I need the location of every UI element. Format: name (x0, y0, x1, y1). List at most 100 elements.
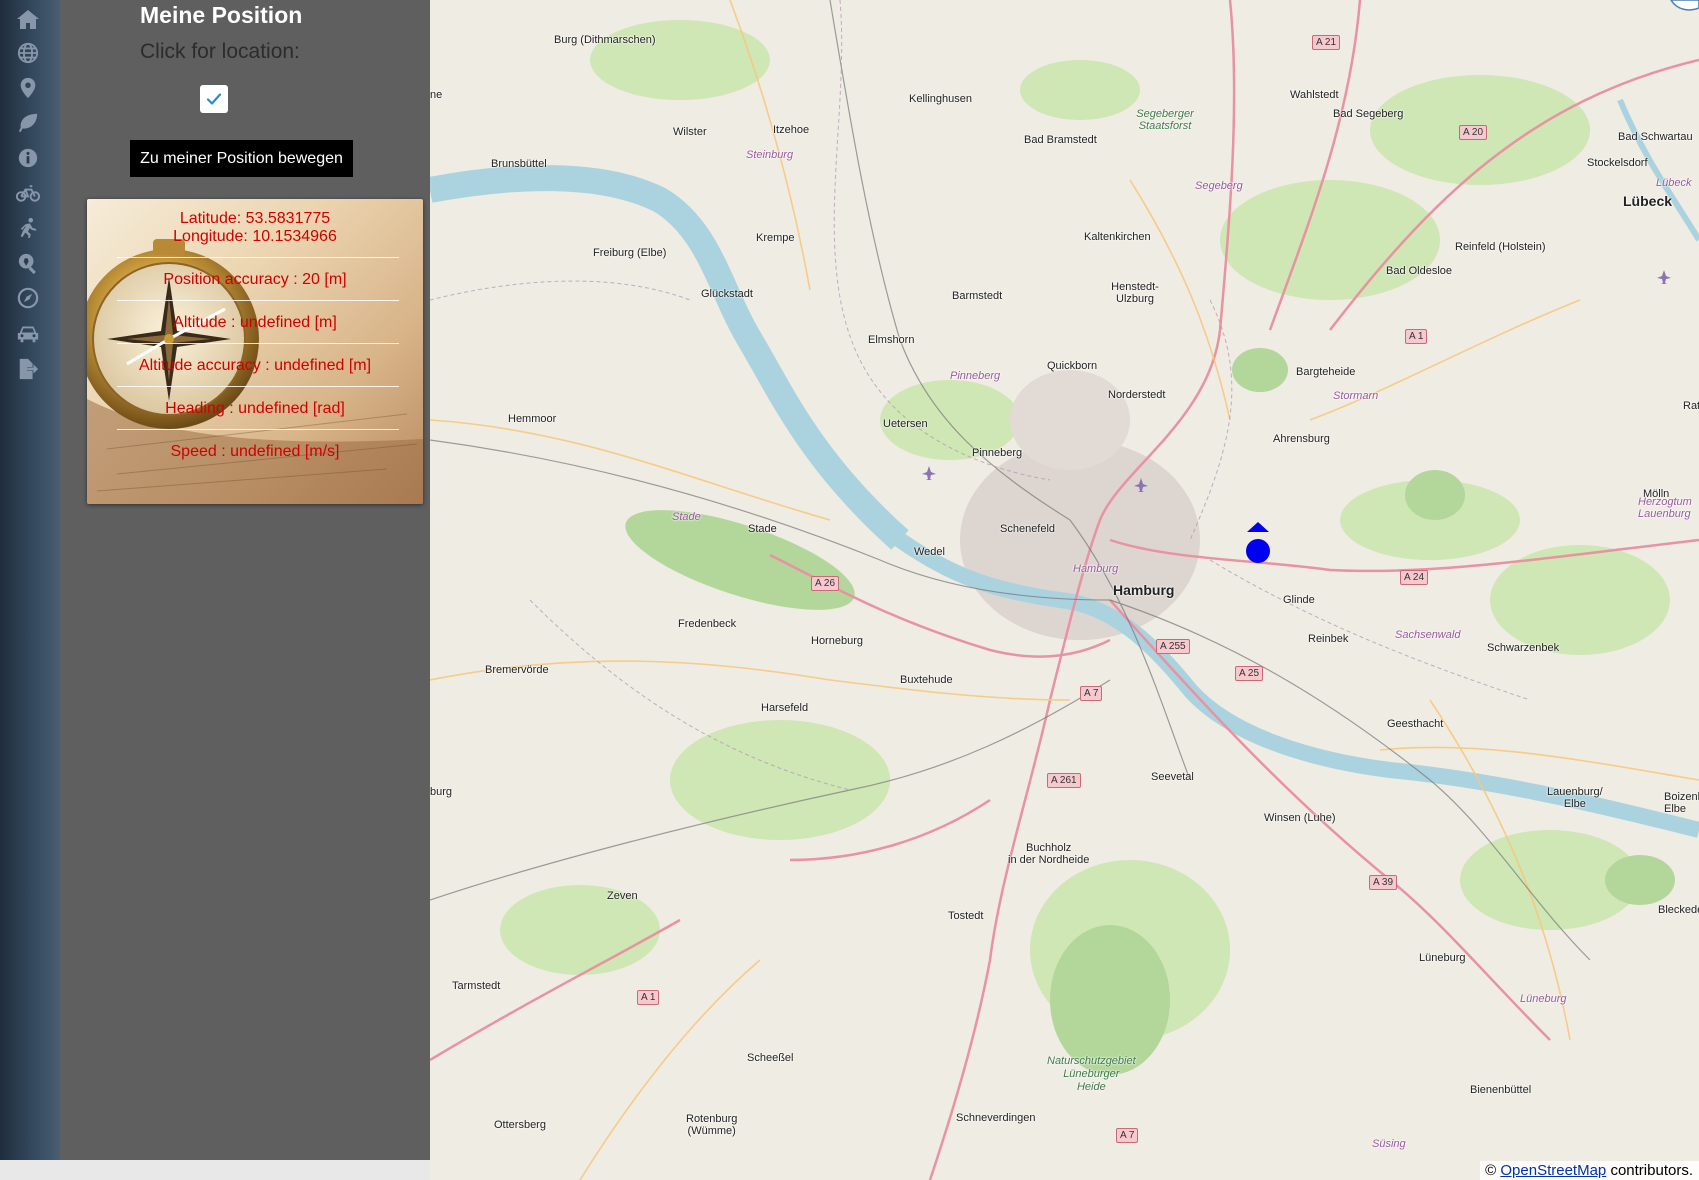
place-label: Quickborn (1047, 360, 1098, 372)
attribution-suffix: contributors. (1610, 1162, 1693, 1179)
place-label: Harsefeld (761, 702, 809, 714)
leaf-icon[interactable] (13, 110, 43, 136)
separator (117, 300, 399, 301)
place-label: Schneverdingen (956, 1112, 1036, 1124)
heading-text: Heading : undefined [rad] (165, 400, 345, 417)
map-base-layer (430, 0, 1699, 1180)
app-window: Meine Position Click for location: Zu me… (0, 0, 1699, 1180)
attribution-prefix: © (1485, 1162, 1497, 1179)
search-location-icon[interactable] (13, 250, 43, 276)
place-label: Geesthacht (1387, 718, 1444, 730)
position-marker-icon[interactable] (1243, 522, 1273, 564)
place-label: burg (430, 786, 453, 798)
place-label: Bad Segeberg (1333, 108, 1404, 120)
bicycle-icon[interactable] (13, 180, 43, 206)
place-label: Barmstedt (952, 290, 1003, 302)
place-label: Elmshorn (868, 334, 915, 346)
place-label: Bad Bramstedt (1024, 134, 1097, 146)
click-for-location-label: Click for location: (140, 40, 300, 63)
motorway-shield: A 39 (1369, 875, 1398, 890)
icon-sidebar (0, 0, 60, 1160)
running-icon[interactable] (13, 215, 43, 241)
place-label: Freiburg (Elbe) (593, 247, 667, 259)
place-label: Bleckede (1658, 904, 1699, 916)
region-label: Lüneburg (1520, 993, 1567, 1005)
place-label: Schenefeld (1000, 523, 1056, 535)
motorway-shield: A 1 (637, 990, 660, 1005)
place-label: ne (430, 89, 443, 101)
separator (117, 257, 399, 258)
place-label: Bad Oldesloe (1386, 265, 1453, 277)
info-icon[interactable] (13, 145, 43, 171)
map-marker-icon[interactable] (13, 75, 43, 101)
place-label: Krempe (756, 232, 795, 244)
home-icon[interactable] (13, 6, 43, 32)
place-label: Wedel (914, 546, 945, 558)
motorway-shield: A 1 (1405, 329, 1428, 344)
place-label: Rat (1683, 400, 1699, 412)
place-label: Reinbek (1308, 633, 1349, 645)
map-attribution: © OpenStreetMap contributors. (1480, 1161, 1699, 1180)
place-label: Wahlstedt (1290, 89, 1339, 101)
accuracy-text: Position accuracy : 20 [m] (163, 271, 347, 288)
place-label: Schwarzenbek (1487, 642, 1560, 654)
position-info-card: Latitude: 53.5831775 Longitude: 10.15349… (87, 199, 423, 504)
place-label: Zeven (607, 890, 638, 902)
region-label: Süsing (1372, 1138, 1406, 1150)
place-label: Tarmstedt (452, 980, 501, 992)
place-label: Glückstadt (701, 288, 753, 300)
place-label: Glinde (1283, 594, 1315, 606)
region-label: Pinneberg (950, 370, 1001, 382)
motorway-shield: A 7 (1116, 1128, 1139, 1143)
compass-icon[interactable] (13, 285, 43, 311)
place-label: Stade (748, 523, 777, 535)
place-label: Lüneburg (1419, 952, 1466, 964)
checkmark-icon (206, 93, 222, 105)
position-panel: Meine Position Click for location: Zu me… (60, 0, 430, 1160)
openstreetmap-link[interactable]: OpenStreetMap (1500, 1162, 1606, 1179)
motorway-shield: A 24 (1400, 570, 1429, 585)
place-label: Seevetal (1151, 771, 1194, 783)
region-label: Stormarn (1333, 390, 1379, 402)
move-to-position-button[interactable]: Zu meiner Position bewegen (130, 140, 353, 177)
region-label: Naturschutzgebiet Lüneburger Heide (1047, 1055, 1136, 1093)
place-label: Bremervörde (485, 664, 549, 676)
place-label: Itzehoe (773, 124, 810, 136)
region-label: Stade (672, 511, 701, 523)
motorway-shield: A 7 (1080, 686, 1103, 701)
place-label: Bad Schwartau (1618, 131, 1693, 143)
region-label: Herzogtum Lauenburg (1638, 496, 1692, 520)
car-icon[interactable] (13, 320, 43, 346)
place-label: Tostedt (948, 910, 984, 922)
latitude-text: Latitude: 53.5831775 (179, 210, 331, 227)
globe-icon[interactable] (13, 40, 43, 66)
place-label: Hemmoor (508, 413, 557, 425)
location-checkbox[interactable] (200, 85, 228, 113)
place-label: Lauenburg/ Elbe (1547, 786, 1603, 810)
place-label: Uetersen (883, 418, 928, 430)
place-label: Bienenbüttel (1470, 1084, 1532, 1096)
place-label: Fredenbeck (678, 618, 737, 630)
file-export-icon[interactable] (13, 356, 43, 382)
map-control-fragment[interactable] (1669, 0, 1699, 14)
altitude-accuracy-text: Altitude accuracy : undefined [m] (138, 357, 372, 374)
place-label: Kellinghusen (909, 93, 972, 105)
place-label: Winsen (Luhe) (1264, 812, 1336, 824)
place-label: Reinfeld (Holstein) (1455, 241, 1546, 253)
motorway-shield: A 26 (811, 576, 840, 591)
motorway-shield: A 20 (1459, 125, 1488, 140)
separator (117, 386, 399, 387)
region-label: Lübeck (1656, 177, 1692, 189)
place-label: Buxtehude (900, 674, 953, 686)
longitude-text: Longitude: 10.1534966 (173, 228, 337, 245)
place-label: Henstedt- Ulzburg (1111, 281, 1159, 305)
separator (117, 429, 399, 430)
place-label: Brunsbüttel (491, 158, 547, 170)
altitude-text: Altitude : undefined [m] (173, 314, 337, 331)
map-view[interactable]: Burg (Dithmarschen) Kellinghusen Wahlste… (430, 0, 1699, 1180)
region-label: Hamburg (1073, 563, 1119, 575)
place-label: Ahrensburg (1273, 433, 1330, 445)
place-label: Rotenburg (Wümme) (686, 1113, 738, 1137)
speed-text: Speed : undefined [m/s] (170, 443, 340, 460)
panel-title: Meine Position (140, 2, 303, 28)
